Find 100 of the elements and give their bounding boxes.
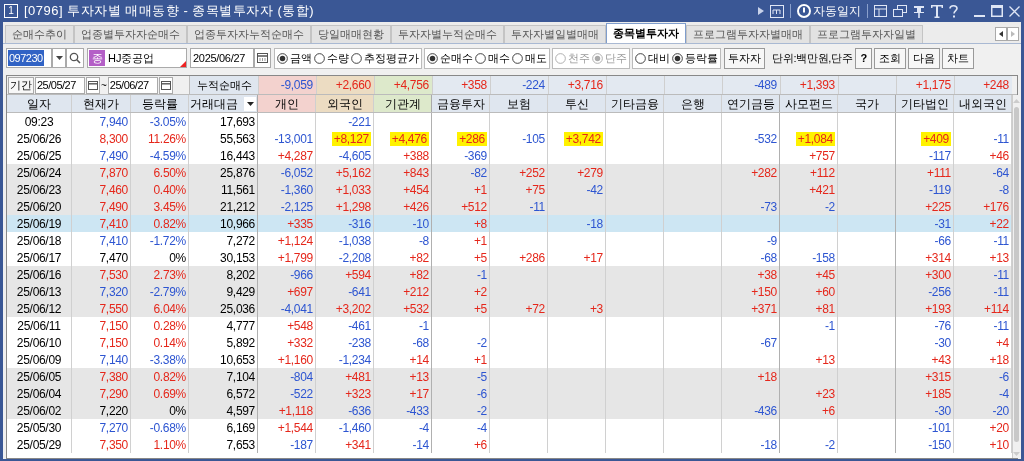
stock-name-field[interactable]: 종 HJ중공업 xyxy=(87,48,187,68)
tab[interactable]: 프로그램투자자일별 xyxy=(810,25,923,43)
layout-icon[interactable] xyxy=(874,5,887,17)
table-cell: -2,208 xyxy=(338,250,371,265)
column-header[interactable]: 현재가 xyxy=(83,94,119,113)
radio-label[interactable]: 수량 xyxy=(327,49,349,67)
table-cell: 5,892 xyxy=(226,335,255,350)
tab[interactable]: 순매수추이 xyxy=(5,25,74,43)
column-header[interactable]: 투신 xyxy=(564,94,589,113)
help-icon[interactable] xyxy=(949,4,958,18)
radio-button[interactable] xyxy=(314,52,325,64)
table-cell: +1 xyxy=(473,233,487,248)
column-header[interactable]: 금융투자 xyxy=(436,94,485,113)
total-cell: +1,175 xyxy=(896,76,954,94)
date-field[interactable]: 2025/06/27 xyxy=(190,48,254,68)
table-cell: 25/06/17 xyxy=(16,250,62,265)
table-row[interactable]: 25/06/05 7,380 0.82% 7,104 -804 +481 +13 -5 +18 +315 -6 xyxy=(7,368,1012,385)
table-row[interactable]: 25/06/02 7,220 0% 4,597 +1,118 -636 -433 -2 -436 +6 -30 -20 xyxy=(7,402,1012,419)
column-header[interactable]: 은행 xyxy=(680,94,705,113)
table-row[interactable]: 25/06/19 7,410 0.82% 10,966 +335 -316 -10 +8 -18 -31 +22 xyxy=(7,215,1012,232)
tab[interactable]: 투자자별일별매매 xyxy=(504,25,606,43)
table-cell: -2 xyxy=(476,335,487,350)
action-button[interactable]: 다음 xyxy=(908,47,941,69)
tab[interactable]: 업종투자자누적순매수 xyxy=(187,25,311,43)
table-cell: -66 xyxy=(934,233,951,248)
calendar-button[interactable] xyxy=(86,76,100,94)
tab[interactable]: 프로그램투자자별매매 xyxy=(686,25,810,43)
search-button[interactable] xyxy=(66,48,84,68)
pin-icon[interactable] xyxy=(913,4,925,18)
column-header[interactable]: 기관계 xyxy=(374,95,432,112)
alert-icon[interactable] xyxy=(797,4,811,18)
table-cell: +212 xyxy=(403,284,429,299)
action-button[interactable]: 차트 xyxy=(942,47,975,69)
table-cell: 21,212 xyxy=(220,199,255,214)
column-header[interactable]: 내외국인 xyxy=(958,94,1007,113)
table-cell: +5 xyxy=(473,301,487,316)
radio-button[interactable] xyxy=(635,52,646,64)
table-row[interactable]: 25/06/12 7,550 6.04% 25,036 -4,041 +3,202 +532 +5 +72 +3 +371 +81 +193 +114 xyxy=(7,300,1012,317)
radio-label[interactable]: 매수 xyxy=(488,49,510,67)
table-row[interactable]: 25/06/16 7,530 2.73% 8,202 -966 +594 +82 -1 +38 +45 +300 -11 xyxy=(7,266,1012,283)
investor-button[interactable]: 투자자 xyxy=(724,47,765,69)
stock-code-field[interactable]: 097230 xyxy=(6,48,52,68)
table-cell: +5 xyxy=(473,250,487,265)
table-row[interactable]: 25/06/23 7,460 0.40% 11,561 -1,360 +1,033 +454 +1 +75 -42 +421 -119 -8 xyxy=(7,181,1012,198)
column-header[interactable]: 기타금융 xyxy=(610,94,659,113)
maximize-icon[interactable] xyxy=(991,5,1003,17)
tab[interactable]: 당일매매현황 xyxy=(311,25,391,43)
table-cell: +1 xyxy=(473,182,487,197)
help-button[interactable]: ? xyxy=(855,47,873,69)
table-row[interactable]: 25/06/24 7,870 6.50% 25,876 -6,052 +5,162 +843 -82 +252 +279 +282 +112 +111 -64 xyxy=(7,164,1012,181)
column-header[interactable]: 개인 xyxy=(258,95,316,112)
date-field[interactable]: 25/05/27 xyxy=(35,76,85,94)
radio-label[interactable]: 매도 xyxy=(525,49,547,67)
play-icon[interactable] xyxy=(758,7,764,15)
column-header[interactable]: 국가 xyxy=(854,94,879,113)
column-header[interactable]: 외국인 xyxy=(316,95,374,112)
radio-label[interactable]: 등락률 xyxy=(685,49,718,67)
radio-label[interactable]: 대비 xyxy=(648,49,670,67)
close-icon[interactable] xyxy=(1009,5,1020,17)
radio-button[interactable] xyxy=(672,52,683,64)
table-cell: +3 xyxy=(589,301,603,316)
sort-dropdown-button[interactable] xyxy=(244,96,256,111)
table-cell: -4.59% xyxy=(149,148,186,163)
table-cell: -2.79% xyxy=(149,284,186,299)
table-row[interactable]: 25/06/04 7,290 0.69% 6,572 -522 +323 +17 -6 +23 +185 -4 xyxy=(7,385,1012,402)
column-header[interactable]: 연기금등 xyxy=(726,94,775,113)
table-cell: -522 xyxy=(290,386,313,401)
radio-label[interactable]: 추정평균가 xyxy=(364,49,419,67)
dropdown-button[interactable] xyxy=(52,48,66,68)
column-header[interactable]: 보험 xyxy=(506,94,531,113)
radio-button[interactable] xyxy=(351,52,362,64)
radio-label[interactable]: 순매수 xyxy=(440,49,473,67)
calendar-button[interactable] xyxy=(158,76,173,94)
date-field[interactable]: 25/06/27 xyxy=(107,76,158,94)
radio-button[interactable] xyxy=(475,52,486,64)
radio-button[interactable] xyxy=(512,52,523,64)
radio-label[interactable]: 금액 xyxy=(290,49,312,67)
calendar-button[interactable] xyxy=(254,48,271,68)
table-cell: +4,476 xyxy=(389,131,429,146)
table-row[interactable]: 25/06/13 7,320 -2.79% 9,429 +697 -641 +212 +2 +150 +60 -256 -11 xyxy=(7,283,1012,300)
column-header[interactable]: 기타법인 xyxy=(900,94,949,113)
table-row[interactable]: 25/06/20 7,490 3.45% 21,212 -2,125 +1,298 +426 +512 -11 -73 -2 +225 +176 xyxy=(7,198,1012,215)
column-header[interactable]: 거래대금 xyxy=(190,94,238,113)
table-cell: +454 xyxy=(403,182,429,197)
font-icon[interactable] xyxy=(931,4,943,18)
column-header[interactable]: 사모펀드 xyxy=(784,94,833,113)
auto-journal-link[interactable]: 자동일지 xyxy=(813,2,861,20)
table-cell: 55,563 xyxy=(220,131,255,146)
column-header[interactable]: 일자 xyxy=(27,94,51,113)
tab[interactable]: 업종별투자자순매수 xyxy=(74,25,187,43)
windows-icon[interactable] xyxy=(893,5,907,17)
column-header[interactable]: 등락률 xyxy=(141,94,178,113)
radio-button[interactable] xyxy=(427,52,438,64)
memo-icon[interactable] xyxy=(770,4,784,18)
tab-scroll-left-button[interactable] xyxy=(995,27,1007,41)
tab[interactable]: 투자자별누적순매수 xyxy=(391,25,504,43)
action-button[interactable]: 조회 xyxy=(874,47,907,69)
tab[interactable]: 종목별투자자 xyxy=(606,23,686,43)
radio-button[interactable] xyxy=(277,52,288,64)
total-cell: +4,756 xyxy=(374,76,432,94)
